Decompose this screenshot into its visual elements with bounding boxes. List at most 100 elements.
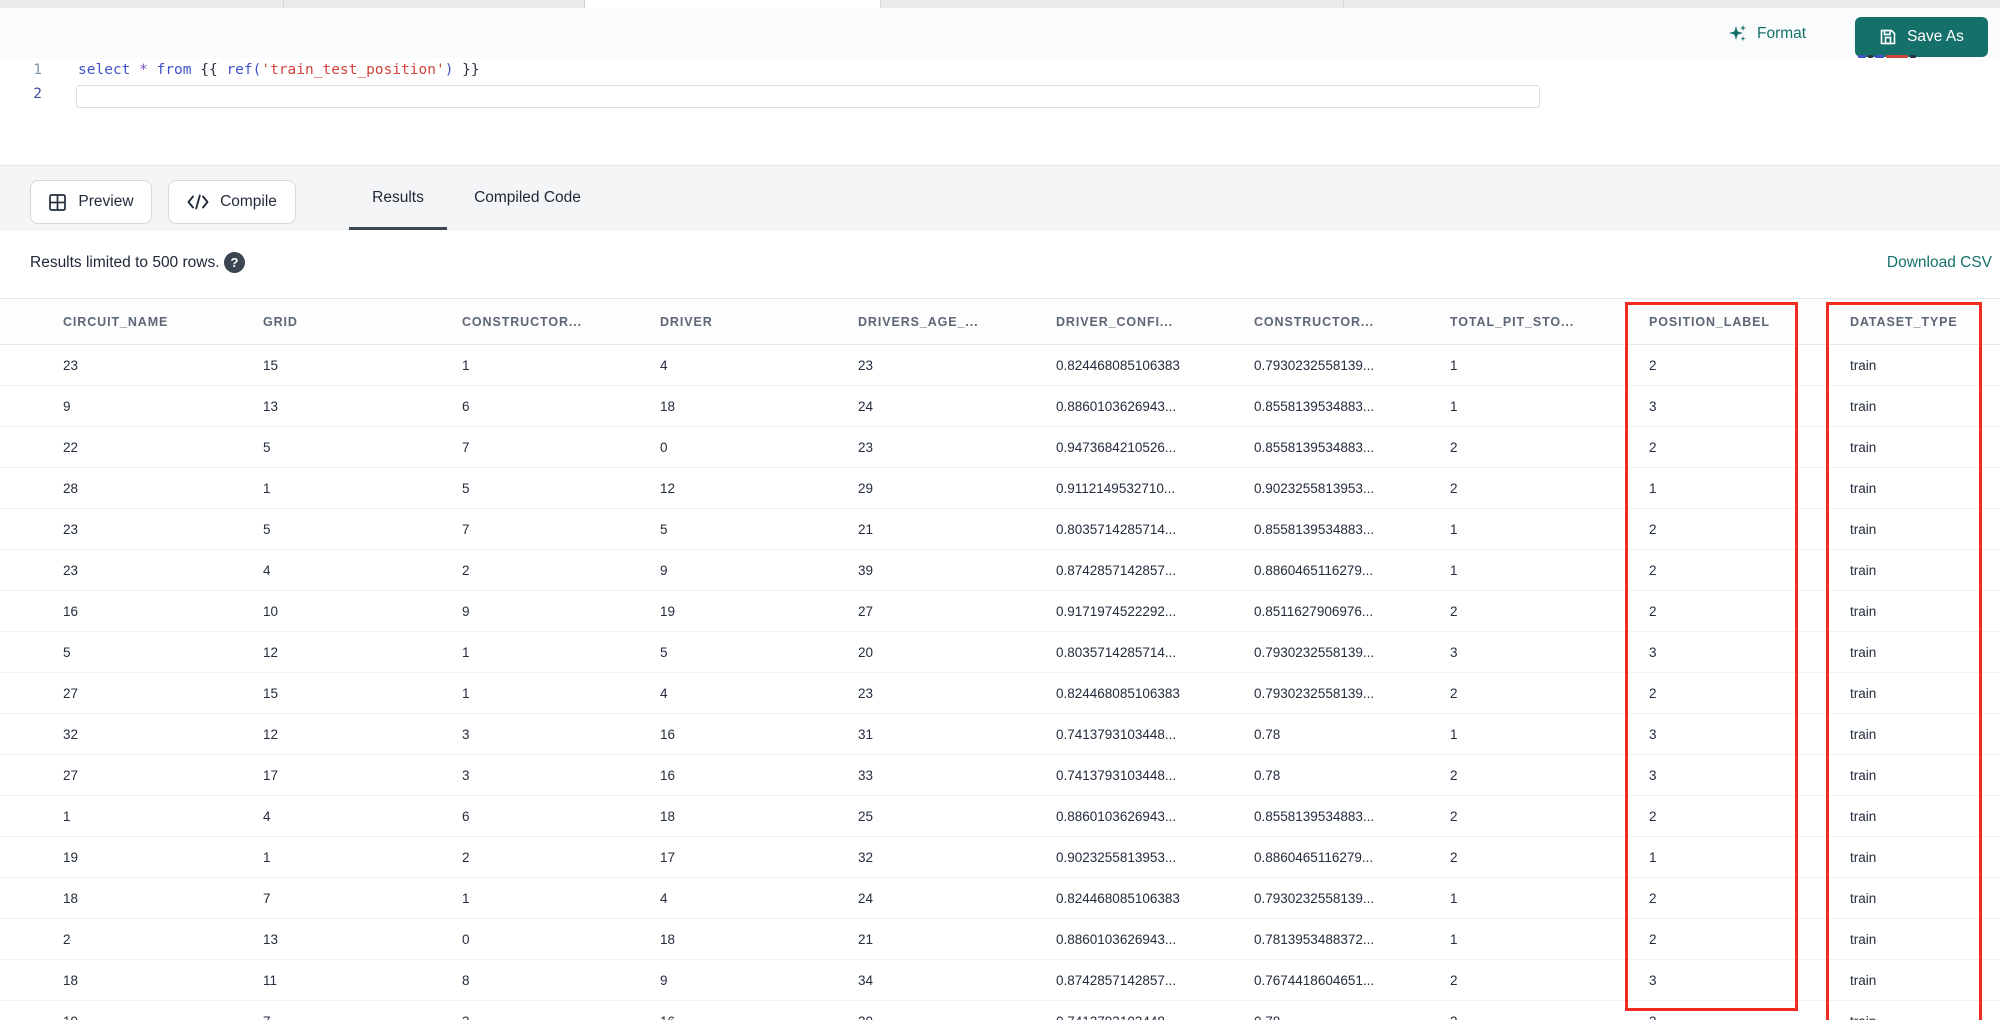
table-cell: 0.9473684210526... [1056, 439, 1177, 455]
table-cell: 7 [462, 439, 470, 455]
tab-divider [1343, 0, 1344, 8]
table-cell: 21 [858, 931, 874, 947]
code-token: * [139, 62, 148, 78]
table-cell: 0.8035714285714... [1056, 521, 1177, 537]
code-token: 'train_test_position' [261, 62, 445, 78]
table-cell: 23 [858, 357, 874, 373]
table-cell: 0 [462, 931, 470, 947]
table-cell: 16 [63, 603, 79, 619]
table-cell: 0.8860103626943... [1056, 398, 1177, 414]
table-cell: 20 [858, 644, 874, 660]
tab-divider [880, 0, 881, 8]
format-label: Format [1757, 25, 1807, 42]
format-button[interactable]: Format [1728, 24, 1806, 44]
table-cell: 0.7413793103448... [1056, 726, 1177, 742]
table-cell: 1 [1450, 521, 1458, 537]
code-icon [187, 194, 209, 210]
table-cell: 0.7674418604651... [1254, 972, 1375, 988]
table-cell: 0.824468085106383 [1056, 685, 1180, 701]
column-header: DRIVER_CONFI... [1056, 314, 1173, 329]
code-line-1[interactable]: select * from {{ ref('train_test_positio… [78, 62, 480, 78]
table-cell: 23 [63, 357, 79, 373]
sql-editor[interactable]: 1 2 select * from {{ ref('train_test_pos… [0, 58, 2000, 165]
table-cell: 2 [1450, 685, 1458, 701]
table-cell: 17 [660, 849, 676, 865]
table-cell: 0.8558139534883... [1254, 808, 1375, 824]
table-cell: 4 [263, 562, 271, 578]
table-cell: 0.8860103626943... [1056, 931, 1177, 947]
table-cell: 4 [660, 357, 668, 373]
table-cell: 28 [63, 480, 79, 496]
table-cell: 19 [660, 603, 676, 619]
active-tab-edge [585, 0, 880, 8]
table-cell: 0.8860465116279... [1254, 562, 1374, 578]
tab-compiled-code-label: Compiled Code [474, 189, 581, 206]
table-cell: 0.78 [1254, 1014, 1450, 1020]
table-cell: 9 [660, 562, 668, 578]
code-token: from [156, 62, 192, 78]
table-cell: 4 [660, 890, 668, 906]
download-csv-link[interactable]: Download CSV [1887, 254, 1992, 272]
table-cell: 3 [1450, 644, 1458, 660]
table-cell: 0.7930232558139... [1254, 357, 1375, 373]
table-cell: 9 [660, 972, 668, 988]
table-cell: 9 [462, 603, 470, 619]
table-cell: 27 [63, 767, 79, 783]
table-cell: 4 [660, 685, 668, 701]
table-cell: 0.8035714285714... [1056, 644, 1177, 660]
tab-divider [283, 0, 284, 8]
save-as-label: Save As [1907, 28, 1964, 45]
preview-button[interactable]: Preview [30, 180, 152, 224]
table-cell: 13 [263, 398, 279, 414]
code-token: }} [453, 62, 480, 78]
table-cell: 3 [1649, 1014, 1850, 1020]
table-cell: 0.8860103626943... [1056, 808, 1177, 824]
table-cell: 18 [63, 972, 79, 988]
table-cell: 0.824468085106383 [1056, 890, 1180, 906]
table-cell: 1 [1450, 562, 1458, 578]
active-line-box[interactable] [76, 85, 1540, 108]
table-cell: 3 [462, 726, 470, 742]
table-cell: 33 [858, 767, 874, 783]
table-cell: 34 [858, 972, 874, 988]
table-cell: 0 [660, 439, 668, 455]
table-cell: 1 [263, 849, 271, 865]
sparkles-icon [1728, 24, 1748, 44]
results-info-row: Results limited to 500 rows. ? Download … [0, 231, 2000, 298]
table-cell: 7 [462, 521, 470, 537]
column-header: DRIVERS_AGE_... [858, 314, 979, 329]
table-cell: 1 [1450, 398, 1458, 414]
table-cell: 2 [1450, 808, 1458, 824]
table-cell: 1 [1450, 931, 1458, 947]
table-cell: 15 [263, 357, 279, 373]
code-token: select [78, 62, 131, 78]
table-cell: 16 [660, 726, 676, 742]
table-cell: 32 [63, 726, 79, 742]
table-cell: 0.8558139534883... [1254, 439, 1375, 455]
help-icon[interactable]: ? [224, 252, 245, 273]
table-cell: 31 [858, 726, 874, 742]
sql-ide-window: Format Save As 1 2 select * from {{ ref(… [0, 0, 2000, 1020]
save-as-button[interactable]: Save As [1855, 17, 1988, 57]
results-action-bar: Preview Compile Results Compiled Code [0, 165, 2000, 230]
table-cell: 18 [660, 398, 676, 414]
table-cell: 16 [660, 767, 676, 783]
compile-button[interactable]: Compile [168, 180, 296, 224]
tab-compiled-code[interactable]: Compiled Code [460, 166, 595, 230]
table-cell: 10 [263, 603, 279, 619]
table-cell: 1 [462, 357, 470, 373]
table-cell: 29 [858, 480, 874, 496]
table-cell: 5 [660, 521, 668, 537]
table-cell: 12 [263, 644, 279, 660]
table-cell: 0.7813953488372... [1254, 931, 1375, 947]
table-cell: 0.8742857142857... [1056, 972, 1177, 988]
column-header: CIRCUIT_NAME [63, 314, 169, 329]
table-cell: 15 [263, 685, 279, 701]
tab-divider [584, 0, 585, 8]
table-cell: 39 [858, 562, 874, 578]
table-cell: 2 [1450, 603, 1458, 619]
tab-results[interactable]: Results [349, 166, 447, 230]
table-cell: 18 [660, 931, 676, 947]
table-cell: 30 [858, 1014, 1056, 1020]
browser-tab-strip [0, 0, 2000, 8]
